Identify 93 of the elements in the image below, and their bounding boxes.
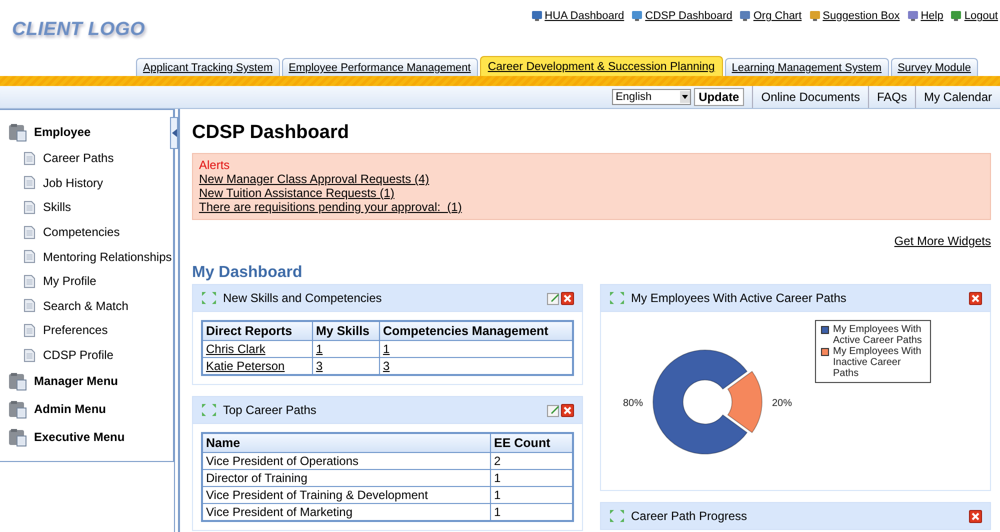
utility-link[interactable]: My Calendar [914, 86, 1000, 108]
table-link[interactable]: 3 [316, 359, 323, 373]
link-icon [950, 10, 962, 22]
page-title: CDSP Dashboard [192, 122, 350, 144]
sidebar-item[interactable]: Search & Match [0, 294, 173, 318]
get-more-widgets-link[interactable]: Get More Widgets [894, 234, 991, 248]
alert-link[interactable]: New Tuition Assistance Requests (1) [199, 186, 394, 200]
sidebar-item[interactable]: Skills [0, 195, 173, 220]
column-header: Direct Reports [202, 321, 312, 340]
legend-label: My Employees With Inactive Career Paths [833, 346, 922, 379]
header-link[interactable]: CDSP Dashboard [645, 10, 732, 22]
link-icon [808, 10, 821, 22]
collapse-arrow-icon [172, 129, 176, 137]
value-label: 80% [623, 398, 643, 409]
link-icon [739, 10, 752, 22]
module-tab[interactable]: Survey Module [890, 58, 978, 76]
column-header: Competencies Management [380, 321, 573, 340]
close-icon[interactable] [969, 292, 982, 304]
table-cell: Vice President of Operations [206, 454, 359, 468]
legend-label: My Employees With Active Career Paths [833, 324, 923, 346]
folder-icon [8, 122, 28, 142]
table-link[interactable]: 1 [383, 342, 390, 356]
edit-icon[interactable] [547, 404, 560, 416]
folder-icon [8, 427, 28, 448]
alert-link[interactable]: There are requisitions pending your approval: (1) [199, 200, 462, 214]
edit-icon[interactable] [547, 292, 560, 304]
table-cell: 1 [494, 505, 501, 519]
sidebar-item[interactable]: CDSP Profile [0, 342, 173, 368]
document-icon [24, 176, 35, 190]
close-icon[interactable] [561, 292, 574, 304]
language-select[interactable]: English [612, 89, 691, 105]
table-cell: Vice President of Marketing [206, 505, 353, 519]
update-button[interactable]: Update [694, 88, 744, 106]
table-cell: 1 [494, 471, 501, 485]
header-link[interactable]: Help [920, 10, 944, 22]
close-icon[interactable] [969, 510, 982, 522]
table-cell: 2 [494, 454, 501, 468]
link-icon [530, 10, 543, 22]
table-cell: Director of Training [206, 471, 308, 485]
utility-link[interactable]: FAQs [868, 86, 915, 108]
module-tab[interactable]: Applicant Tracking System [136, 58, 280, 76]
folder-icon [8, 399, 28, 420]
close-icon[interactable] [561, 404, 574, 416]
table-cell: 1 [494, 488, 501, 502]
document-icon [24, 348, 35, 362]
document-icon [24, 152, 35, 165]
sidebar-item[interactable]: Competencies [0, 220, 173, 244]
move-icon [201, 403, 217, 417]
document-icon [24, 200, 35, 214]
widget-title: Career Path Progress [631, 509, 748, 523]
utility-link[interactable]: Online Documents [752, 86, 868, 108]
widget-title: My Employees With Active Career Paths [631, 291, 848, 305]
module-tab[interactable]: Employee Performance Management [282, 58, 478, 76]
link-icon [631, 10, 644, 22]
header-link[interactable]: Org Chart [753, 10, 802, 22]
column-header: Name [202, 433, 490, 452]
sidebar-menu-item[interactable]: Executive Menu [0, 423, 173, 452]
sidebar-item[interactable]: Mentoring Relationships [0, 244, 173, 269]
module-tab[interactable]: Career Development & Succession Planning [480, 56, 723, 76]
sidebar-item[interactable]: Job History [0, 170, 173, 196]
column-header: My Skills [312, 321, 380, 340]
column-header: EE Count [490, 433, 573, 452]
sidebar-item[interactable]: Career Paths [0, 146, 173, 171]
document-icon [24, 299, 35, 312]
sidebar-menu-item[interactable]: Employee [0, 118, 173, 146]
document-icon [24, 324, 35, 337]
header-link[interactable]: HUA Dashboard [544, 10, 624, 22]
client-logo: CLIENT LOGO [12, 19, 146, 41]
header-link[interactable]: Logout [964, 10, 998, 22]
section-heading: My Dashboard [192, 264, 304, 282]
widget-title: New Skills and Competencies [223, 291, 383, 305]
table-link[interactable]: 3 [383, 359, 390, 373]
value-label: 20% [772, 398, 792, 409]
sidebar-item[interactable]: My Profile [0, 268, 173, 294]
alerts-heading: Alerts [199, 158, 230, 172]
sidebar-item[interactable]: Preferences [0, 318, 173, 343]
sidebar-menu-item[interactable]: Manager Menu [0, 367, 173, 396]
collapse-handle[interactable] [170, 117, 178, 149]
table-cell: Vice President of Training & Development [206, 488, 428, 502]
document-icon [24, 226, 35, 239]
document-icon [24, 274, 35, 288]
move-icon [609, 291, 625, 305]
module-tab[interactable]: Learning Management System [724, 58, 889, 76]
move-icon [201, 291, 217, 305]
header-link[interactable]: Suggestion Box [822, 10, 900, 22]
sidebar-menu-item[interactable]: Admin Menu [0, 395, 173, 424]
folder-icon [8, 371, 28, 392]
widget-title: Top Career Paths [223, 403, 318, 417]
link-icon [906, 10, 919, 22]
alert-link[interactable]: New Manager Class Approval Requests (4) [199, 172, 430, 186]
table-link[interactable]: 1 [316, 342, 323, 356]
move-icon [609, 509, 625, 523]
document-icon [24, 250, 35, 264]
